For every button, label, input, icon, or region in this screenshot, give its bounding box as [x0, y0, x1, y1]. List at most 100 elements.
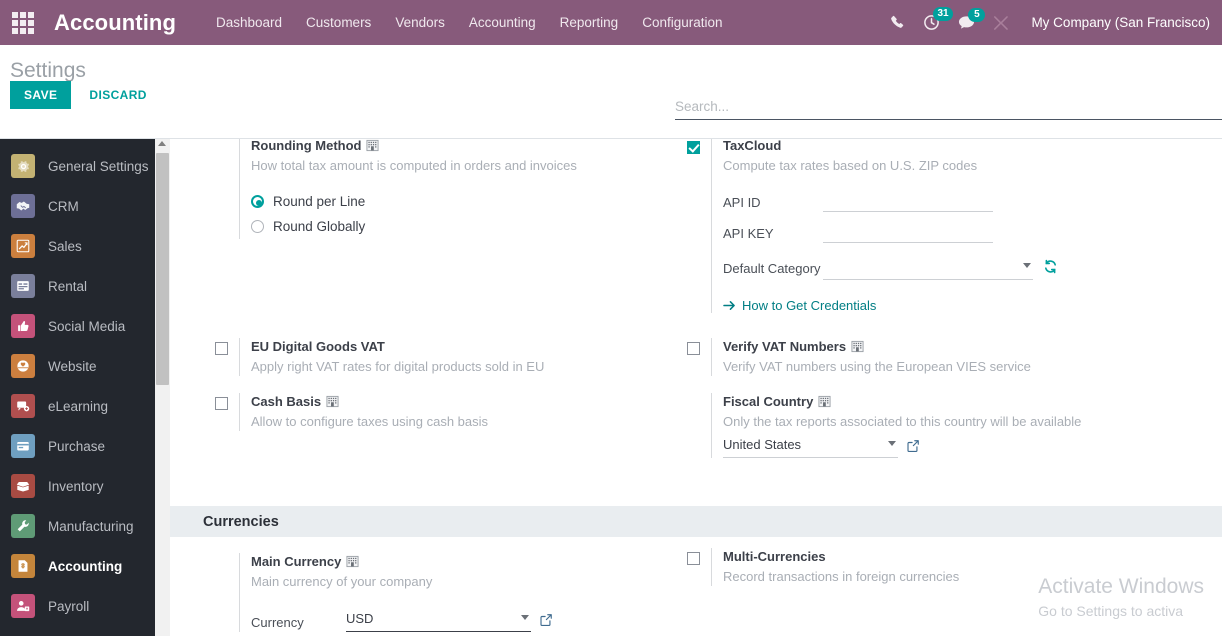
api-key-label: API KEY [723, 226, 774, 241]
default-category-select[interactable] [823, 259, 1033, 280]
fiscal-country-value: United States [723, 437, 802, 452]
box-open-icon [11, 474, 35, 498]
cash-basis-checkbox-slot [203, 393, 239, 410]
menu-item-dashboard[interactable]: Dashboard [216, 15, 282, 30]
sidebar-scrollbar[interactable] [155, 139, 170, 636]
apps-menu-button[interactable] [0, 0, 46, 45]
sidebar-item-label: Website [48, 358, 97, 374]
company-building-icon [346, 555, 359, 568]
settings-content: Rounding Method How total tax amount is … [170, 139, 1222, 636]
sidebar-item-website[interactable]: Website [0, 346, 170, 386]
sidebar-item-inventory[interactable]: Inventory [0, 466, 170, 506]
setting-taxcloud: TaxCloud Compute tax rates based on U.S.… [675, 139, 1222, 313]
taxcloud-checkbox-slot [675, 139, 711, 154]
messages-button[interactable]: 5 [958, 8, 986, 30]
page-title: Settings [10, 59, 86, 82]
scroll-up-arrow-icon[interactable] [158, 141, 166, 146]
menu-item-reporting[interactable]: Reporting [560, 15, 619, 30]
handshake-icon [11, 194, 35, 218]
save-button[interactable]: SAVE [10, 81, 72, 109]
menu-item-vendors[interactable]: Vendors [395, 15, 445, 30]
fiscal-country-select[interactable]: United States [723, 437, 898, 458]
currency-label: Currency [251, 615, 304, 630]
company-building-icon [818, 395, 831, 408]
cash-basis-title: Cash Basis [251, 393, 673, 410]
menu-item-configuration[interactable]: Configuration [642, 15, 722, 30]
settings-sidebar: General Settings CRM Sales Rental Social [0, 139, 170, 636]
currencies-section-band: Currencies [170, 506, 1222, 537]
setting-multi-currencies: Multi-Currencies Record transactions in … [675, 548, 1222, 586]
multi-currencies-checkbox[interactable] [686, 552, 700, 565]
scrollbar-thumb[interactable] [156, 153, 169, 385]
menu-item-accounting[interactable]: Accounting [469, 15, 536, 30]
verify-vat-numbers-checkbox[interactable] [686, 342, 700, 355]
fiscal-country-field-row: United States [723, 437, 1222, 458]
sidebar-item-payroll[interactable]: Payroll [0, 586, 170, 626]
company-building-icon [366, 139, 380, 152]
sidebar-item-crm[interactable]: CRM [0, 186, 170, 226]
search-input[interactable] [675, 97, 1222, 120]
menu-item-customers[interactable]: Customers [306, 15, 371, 30]
taxcloud-checkbox[interactable] [686, 141, 700, 154]
setting-rounding-method: Rounding Method How total tax amount is … [203, 139, 673, 239]
sidebar-item-general-settings[interactable]: General Settings [0, 146, 170, 186]
sidebar-item-label: Rental [48, 278, 88, 294]
currencies-section-title: Currencies [203, 513, 279, 530]
cash-basis-checkbox[interactable] [214, 397, 228, 410]
navbar-right-tools: 31 5 My Company (San Francisco) [890, 0, 1214, 45]
api-id-field[interactable] [823, 193, 993, 212]
chevron-down-icon [1023, 263, 1031, 268]
apps-grid-icon [12, 11, 34, 34]
phone-button[interactable] [890, 15, 905, 30]
arrow-right-icon [723, 301, 735, 310]
app-brand-title[interactable]: Accounting [54, 10, 176, 36]
radio-round-globally[interactable]: Round Globally [251, 214, 673, 239]
sidebar-item-rental[interactable]: Rental [0, 266, 170, 306]
sidebar-item-purchase[interactable]: Purchase [0, 426, 170, 466]
setting-verify-vat-numbers: Verify VAT Numbers Verify VAT numbers us… [675, 338, 1222, 376]
sidebar-item-label: Accounting [48, 558, 123, 574]
eu-digital-goods-vat-checkbox[interactable] [214, 342, 228, 355]
external-link-icon[interactable] [906, 439, 920, 458]
radio-round-per-line[interactable]: Round per Line [251, 189, 673, 214]
api-key-field[interactable] [823, 224, 993, 243]
sidebar-item-label: Sales [48, 238, 82, 254]
currency-select[interactable]: USD [346, 611, 531, 632]
main-currency-title: Main Currency [251, 553, 673, 570]
main-currency-checkbox-slot [203, 553, 239, 557]
developer-tools-button[interactable] [993, 15, 1009, 31]
tools-wrench-icon [994, 15, 1009, 30]
thumbs-up-icon [11, 314, 35, 338]
presentation-icon [11, 394, 35, 418]
eu-vat-checkbox-slot [203, 338, 239, 355]
chevron-down-icon [888, 441, 896, 446]
sidebar-item-sales[interactable]: Sales [0, 226, 170, 266]
radio-unselected-icon[interactable] [251, 220, 264, 233]
taxcloud-default-category-row: Default Category [723, 259, 1222, 280]
fiscal-country-description: Only the tax reports associated to this … [723, 414, 1082, 429]
external-link-icon[interactable] [539, 613, 553, 632]
radio-selected-icon[interactable] [251, 195, 264, 208]
currency-field-row: Currency USD [251, 611, 673, 632]
multi-currencies-description: Record transactions in foreign currencie… [723, 569, 960, 584]
sidebar-item-elearning[interactable]: eLearning [0, 386, 170, 426]
globe-heart-icon [11, 354, 35, 378]
sidebar-item-social-media[interactable]: Social Media [0, 306, 170, 346]
sidebar-item-accounting[interactable]: Accounting [0, 546, 170, 586]
company-building-icon [851, 340, 864, 353]
setting-main-currency: Main Currency Main currency of your comp… [203, 553, 673, 632]
watermark-line-2: Go to Settings to activa [1038, 603, 1184, 619]
discard-button[interactable]: DISCARD [85, 81, 150, 109]
settings-body: General Settings CRM Sales Rental Social [0, 139, 1222, 636]
verify-vat-numbers-title: Verify VAT Numbers [723, 338, 1222, 355]
how-to-get-credentials-link[interactable]: How to Get Credentials [723, 298, 1222, 313]
fiscal-country-title: Fiscal Country [723, 393, 1222, 410]
top-navbar: Accounting Dashboard Customers Vendors A… [0, 0, 1222, 45]
activities-button[interactable]: 31 [923, 7, 953, 31]
messages-count-badge: 5 [968, 8, 986, 22]
company-switcher[interactable]: My Company (San Francisco) [1031, 15, 1210, 30]
sidebar-item-manufacturing[interactable]: Manufacturing [0, 506, 170, 546]
refresh-sync-icon[interactable] [1043, 259, 1058, 279]
invoice-dollar-icon [11, 554, 35, 578]
multi-currencies-title: Multi-Currencies [723, 549, 826, 564]
